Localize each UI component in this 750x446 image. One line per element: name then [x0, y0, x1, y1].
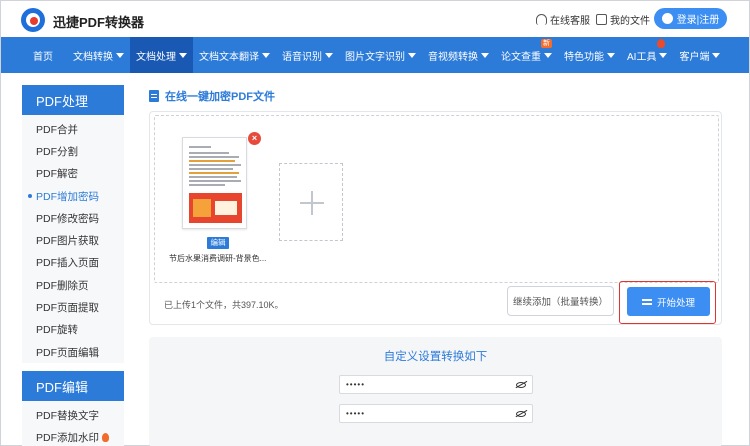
- caret-down-icon: [712, 52, 721, 58]
- nav-item-document-process[interactable]: 文档处理: [130, 37, 193, 73]
- online-support-label: 在线客服: [550, 16, 590, 27]
- caret-down-icon: [262, 52, 270, 58]
- sidebar-item-pdf-add-watermark[interactable]: PDF添加水印: [22, 427, 124, 446]
- nav-item-ai-tools[interactable]: AI工具: [621, 37, 673, 73]
- caret-down-icon: [408, 52, 416, 58]
- caret-down-icon: [544, 52, 552, 58]
- file-icon: [596, 14, 607, 25]
- edit-file-button[interactable]: 编辑: [207, 237, 229, 249]
- online-support-link[interactable]: 在线客服: [536, 12, 590, 27]
- page-title-text: 在线一键加密PDF文件: [165, 91, 275, 103]
- sidebar-item-pdf-split[interactable]: PDF分割: [22, 140, 124, 162]
- sidebar-section-title: PDF处理: [22, 85, 124, 115]
- sidebar-item-label: PDF添加水印: [36, 432, 99, 445]
- start-process-label: 开始处理: [656, 297, 695, 309]
- swap-icon: [641, 297, 652, 306]
- nav-item-client[interactable]: 客户端: [673, 37, 726, 73]
- nav-label: 文档转换: [73, 51, 113, 63]
- eye-off-icon[interactable]: [516, 411, 526, 417]
- password-field[interactable]: •••••: [339, 375, 533, 394]
- login-register-label: 登录|注册: [676, 15, 720, 26]
- my-files-label: 我的文件: [610, 16, 650, 27]
- login-register-button[interactable]: 登录|注册: [654, 8, 727, 29]
- confirm-password-field[interactable]: •••••: [339, 404, 533, 423]
- nav-label: 论文查重: [501, 51, 541, 63]
- document-icon: [149, 90, 159, 102]
- headset-icon: [536, 14, 547, 25]
- nav-label: 文档文本翻译: [199, 51, 259, 63]
- sidebar-item-pdf-replace-text[interactable]: PDF替换文字: [22, 404, 124, 426]
- sidebar-section-title: PDF编辑: [22, 371, 124, 402]
- sidebar-item-pdf-page-edit[interactable]: PDF页面编辑: [22, 341, 124, 363]
- sidebar-list: PDF合并 PDF分割 PDF解密 PDF增加密码 PDF修改密码 PDF图片获…: [22, 115, 124, 364]
- fire-icon: [102, 433, 109, 443]
- new-badge: 新: [541, 39, 552, 48]
- brand-logo[interactable]: [21, 8, 45, 32]
- caret-down-icon: [116, 52, 124, 58]
- main-nav: 首页 文档转换 文档处理 文档文本翻译 语音识别 图片文字识别 音视频转换 论文…: [1, 37, 749, 73]
- sidebar-item-pdf-delete-page[interactable]: PDF删除页: [22, 274, 124, 296]
- nav-item-document-translate[interactable]: 文档文本翻译: [193, 37, 276, 73]
- sidebar-item-pdf-add-password[interactable]: PDF增加密码: [22, 185, 124, 207]
- brand-name[interactable]: 迅捷PDF转换器: [53, 12, 144, 31]
- nav-label: 特色功能: [564, 51, 604, 63]
- continue-add-button[interactable]: 继续添加（批量转换）: [507, 286, 614, 316]
- eye-off-icon[interactable]: [516, 382, 526, 388]
- password-value: •••••: [346, 380, 366, 389]
- nav-item-av-convert[interactable]: 音视频转换: [422, 37, 495, 73]
- sidebar-item-pdf-merge[interactable]: PDF合并: [22, 118, 124, 140]
- nav-item-image-ocr[interactable]: 图片文字识别: [339, 37, 422, 73]
- nav-item-paper-check[interactable]: 论文查重 新: [495, 37, 558, 73]
- nav-label: 文档处理: [136, 51, 176, 63]
- sidebar-item-pdf-decrypt[interactable]: PDF解密: [22, 163, 124, 185]
- pdf-thumbnail: [182, 137, 247, 229]
- caret-down-icon: [481, 52, 489, 58]
- sidebar-item-pdf-rotate[interactable]: PDF旋转: [22, 319, 124, 341]
- top-header: 迅捷PDF转换器 在线客服 我的文件 登录|注册: [1, 1, 749, 37]
- caret-down-icon: [179, 52, 187, 58]
- nav-item-home[interactable]: 首页: [1, 37, 67, 73]
- sidebar-item-pdf-insert-page[interactable]: PDF插入页面: [22, 252, 124, 274]
- confirm-password-value: •••••: [346, 409, 366, 418]
- my-files-link[interactable]: 我的文件: [596, 12, 650, 27]
- sidebar-item-pdf-extract-page[interactable]: PDF页面提取: [22, 296, 124, 318]
- nav-item-document-convert[interactable]: 文档转换: [67, 37, 130, 73]
- nav-label: AI工具: [627, 51, 657, 63]
- upload-panel: × 编辑 节后水果消费调研-背景色... 已上传1个文件，共397.10K。 继…: [149, 111, 722, 325]
- remove-file-close-icon[interactable]: ×: [248, 132, 261, 145]
- sidebar-list: PDF替换文字 PDF添加水印: [22, 401, 124, 446]
- start-process-button[interactable]: 开始处理: [627, 287, 710, 316]
- nav-label: 首页: [33, 51, 53, 63]
- nav-label: 图片文字识别: [345, 51, 405, 63]
- settings-title: 自定义设置转换如下: [383, 351, 488, 363]
- fire-icon: [657, 39, 666, 48]
- add-file-plus-icon[interactable]: [279, 163, 343, 241]
- page-title: 在线一键加密PDF文件: [149, 88, 275, 104]
- nav-label: 客户端: [679, 51, 710, 63]
- nav-item-speech-recognition[interactable]: 语音识别: [276, 37, 339, 73]
- nav-label: 音视频转换: [428, 51, 478, 63]
- settings-panel: 自定义设置转换如下 ••••• •••••: [149, 337, 722, 446]
- caret-down-icon: [325, 52, 333, 58]
- sidebar: PDF处理 PDF合并 PDF分割 PDF解密 PDF增加密码 PDF修改密码 …: [22, 85, 124, 446]
- upload-status-text: 已上传1个文件，共397.10K。: [164, 300, 284, 310]
- file-name: 节后水果消费调研-背景色...: [169, 254, 267, 263]
- user-icon: [661, 13, 673, 24]
- caret-down-icon: [607, 52, 615, 58]
- caret-down-icon: [659, 52, 668, 58]
- nav-label: 语音识别: [282, 51, 322, 63]
- sidebar-item-pdf-change-password[interactable]: PDF修改密码: [22, 207, 124, 229]
- nav-item-special-features[interactable]: 特色功能: [558, 37, 621, 73]
- sidebar-item-pdf-extract-images[interactable]: PDF图片获取: [22, 229, 124, 251]
- file-drop-zone[interactable]: × 编辑 节后水果消费调研-背景色...: [154, 115, 719, 283]
